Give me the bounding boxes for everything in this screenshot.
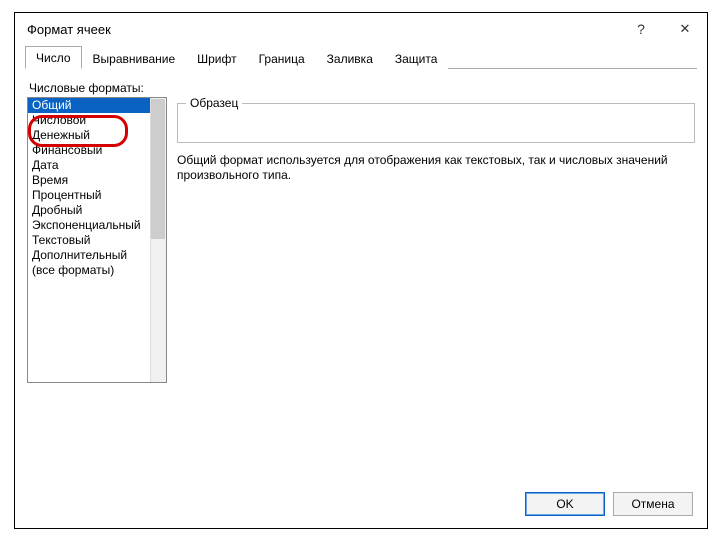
dialog-window: Формат ячеек ? ✕ Число Выравнивание Шриф… xyxy=(14,12,708,529)
help-button[interactable]: ? xyxy=(619,13,663,45)
list-item[interactable]: Время xyxy=(28,173,166,188)
scrollbar-thumb[interactable] xyxy=(151,99,165,239)
list-item[interactable]: Числовой xyxy=(28,113,166,128)
list-item[interactable]: Текстовый xyxy=(28,233,166,248)
ok-button[interactable]: OK xyxy=(525,492,605,516)
scrollbar[interactable] xyxy=(150,98,166,382)
right-pane: Образец Общий формат используется для от… xyxy=(177,97,695,383)
window-title: Формат ячеек xyxy=(27,22,111,37)
formats-label: Числовые форматы: xyxy=(29,81,695,95)
sample-box: Образец xyxy=(177,103,695,143)
sample-label: Образец xyxy=(186,96,242,110)
format-description: Общий формат используется для отображени… xyxy=(177,153,695,183)
tab-font[interactable]: Шрифт xyxy=(186,47,247,69)
close-button[interactable]: ✕ xyxy=(663,13,707,45)
tabstrip: Число Выравнивание Шрифт Граница Заливка… xyxy=(25,45,697,69)
list-item[interactable]: Экспоненциальный xyxy=(28,218,166,233)
list-item[interactable]: Общий xyxy=(28,98,166,113)
list-item[interactable]: Дата xyxy=(28,158,166,173)
tab-number[interactable]: Число xyxy=(25,46,82,69)
tab-fill[interactable]: Заливка xyxy=(316,47,384,69)
window-controls: ? ✕ xyxy=(619,13,707,45)
dialog-buttons: OK Отмена xyxy=(525,492,693,516)
list-item[interactable]: Финансовый xyxy=(28,143,166,158)
tab-border[interactable]: Граница xyxy=(248,47,316,69)
list-item[interactable]: (все форматы) xyxy=(28,263,166,278)
list-item[interactable]: Дополнительный xyxy=(28,248,166,263)
tab-protection[interactable]: Защита xyxy=(384,47,449,69)
formats-listbox[interactable]: Общий Числовой Денежный Финансовый Дата … xyxy=(27,97,167,383)
list-item[interactable]: Процентный xyxy=(28,188,166,203)
list-item[interactable]: Денежный xyxy=(28,128,166,143)
list-item[interactable]: Дробный xyxy=(28,203,166,218)
titlebar: Формат ячеек ? ✕ xyxy=(15,13,707,45)
cancel-button[interactable]: Отмена xyxy=(613,492,693,516)
tab-content: Числовые форматы: Общий Числовой Денежны… xyxy=(15,69,707,393)
tab-alignment[interactable]: Выравнивание xyxy=(82,47,187,69)
